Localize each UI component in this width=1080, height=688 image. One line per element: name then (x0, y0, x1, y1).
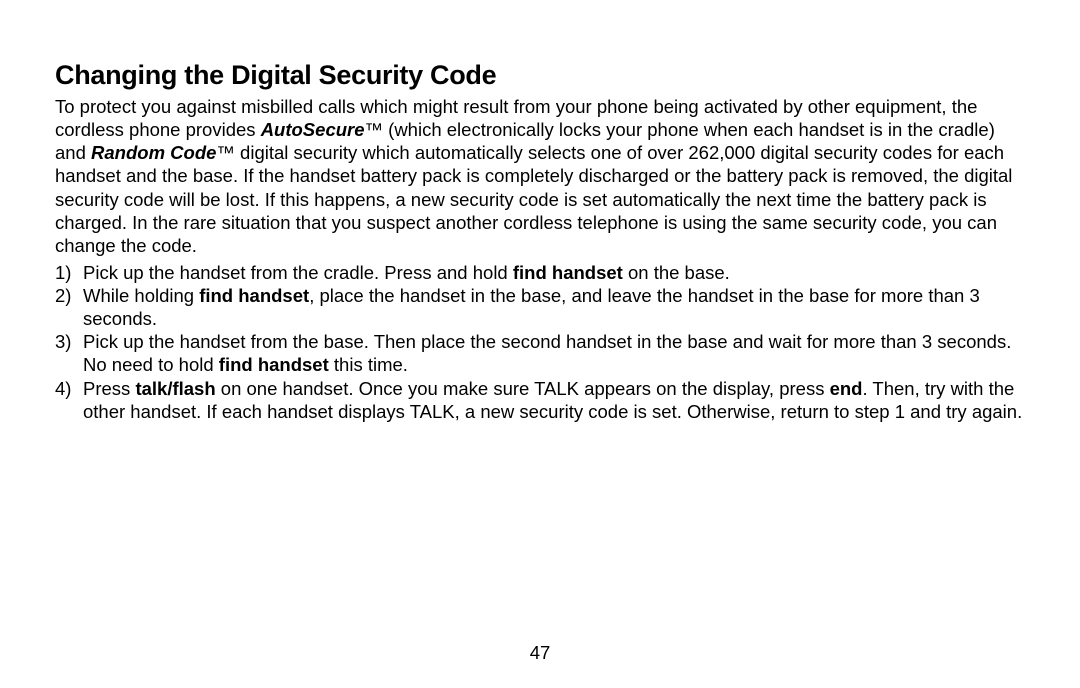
step-item: 2)While holding find handset, place the … (55, 284, 1025, 330)
step-text-fragment: on the base. (623, 262, 730, 283)
tm-1: ™ (365, 119, 384, 140)
page-number: 47 (0, 642, 1080, 664)
bold-term: find handset (199, 285, 309, 306)
step-text-fragment: this time. (329, 354, 408, 375)
step-number: 4) (55, 377, 83, 423)
step-text-fragment: Press (83, 378, 135, 399)
step-text-fragment: While holding (83, 285, 199, 306)
bold-term: talk/flash (135, 378, 215, 399)
step-text: Press talk/flash on one handset. Once yo… (83, 377, 1025, 423)
step-text-fragment: Pick up the handset from the cradle. Pre… (83, 262, 513, 283)
step-text: Pick up the handset from the base. Then … (83, 330, 1025, 376)
step-number: 3) (55, 330, 83, 376)
step-number: 2) (55, 284, 83, 330)
feature-randomcode: Random Code (91, 142, 216, 163)
bold-term: find handset (219, 354, 329, 375)
feature-autosecure: AutoSecure (261, 119, 365, 140)
bold-term: find handset (513, 262, 623, 283)
step-number: 1) (55, 261, 83, 284)
tm-2: ™ (216, 142, 235, 163)
step-item: 1)Pick up the handset from the cradle. P… (55, 261, 1025, 284)
step-text-fragment: on one handset. Once you make sure TALK … (216, 378, 830, 399)
step-item: 4)Press talk/flash on one handset. Once … (55, 377, 1025, 423)
bold-term: end (830, 378, 863, 399)
steps-list: 1)Pick up the handset from the cradle. P… (55, 261, 1025, 423)
step-text: Pick up the handset from the cradle. Pre… (83, 261, 1025, 284)
page-title: Changing the Digital Security Code (55, 60, 1025, 91)
step-text: While holding find handset, place the ha… (83, 284, 1025, 330)
intro-paragraph: To protect you against misbilled calls w… (55, 95, 1025, 257)
step-item: 3)Pick up the handset from the base. The… (55, 330, 1025, 376)
